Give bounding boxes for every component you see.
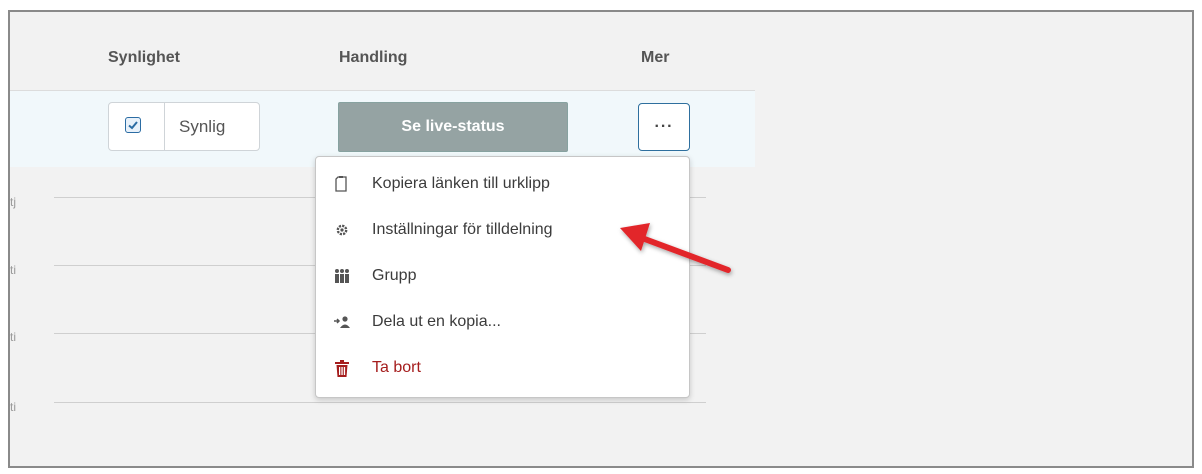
annotation-arrow-icon <box>620 223 731 273</box>
app-frame: Synlighet Handling Mer Synlig Se live-st… <box>8 10 1194 468</box>
